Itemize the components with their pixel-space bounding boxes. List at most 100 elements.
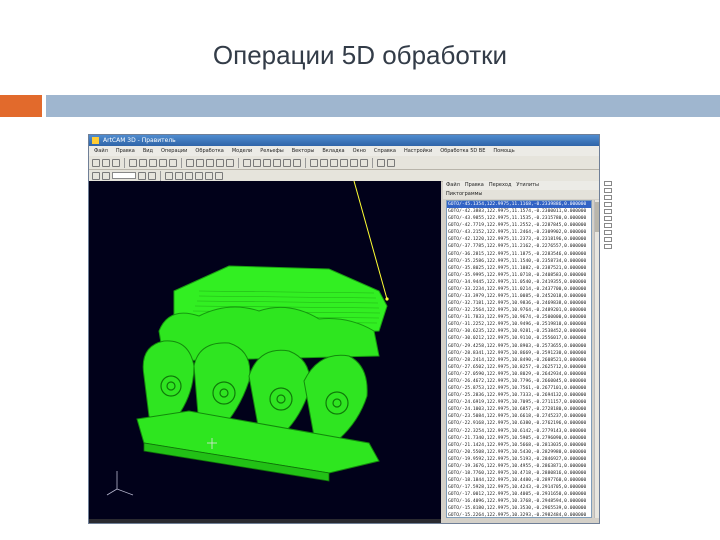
gcode-line[interactable]: GOTO/-17.5928,122.9975,10.4243,-0.291470… — [447, 484, 591, 491]
gcode-line[interactable]: GOTO/-17.0012,122.9975,10.4005,-0.293165… — [447, 491, 591, 498]
view-top-icon[interactable] — [243, 158, 251, 167]
gcode-line[interactable]: GOTO/-30.0212,122.9975,10.9110,-0.255601… — [447, 335, 591, 342]
gcode-line[interactable]: GOTO/-18.7760,122.9975,10.4718,-0.288081… — [447, 470, 591, 477]
step-icon[interactable] — [360, 158, 368, 167]
side-tool-icon[interactable] — [604, 195, 612, 200]
menu-item[interactable]: Правка — [115, 146, 136, 156]
paste-icon[interactable] — [169, 158, 177, 167]
gcode-line[interactable]: GOTO/-18.1844,122.9975,10.4480,-0.289776… — [447, 477, 591, 484]
new-icon[interactable] — [92, 158, 100, 167]
gcode-line[interactable]: GOTO/-26.4672,122.9975,10.7796,-0.266004… — [447, 378, 591, 385]
view-front-icon[interactable] — [253, 158, 261, 167]
redo-icon[interactable] — [139, 158, 147, 167]
gcode-line[interactable]: GOTO/-35.9995,122.9975,11.0718,-0.240858… — [447, 272, 591, 279]
menu-item[interactable]: Справка — [373, 146, 397, 156]
menu-item[interactable]: Векторы — [291, 146, 316, 156]
gcode-menu-item[interactable]: Утилиты — [516, 181, 539, 190]
gcode-line[interactable]: GOTO/-42.7719,122.9975,11.2552,-0.228784… — [447, 222, 591, 229]
gcode-line[interactable]: GOTO/-33.3979,122.9975,11.0085,-0.245201… — [447, 293, 591, 300]
3d-viewport[interactable] — [89, 181, 441, 519]
help-icon[interactable] — [387, 158, 395, 167]
gcode-line[interactable]: GOTO/-22.3254,122.9975,10.6142,-0.277914… — [447, 428, 591, 435]
side-tool-icon[interactable] — [604, 230, 612, 235]
gcode-listing[interactable]: GOTO/-45.1354,122.9975,11.1168,-0.233988… — [446, 200, 592, 518]
gcode-line[interactable]: GOTO/-43.2152,122.9975,11.2464,-0.230990… — [447, 229, 591, 236]
tool-icon[interactable] — [138, 171, 146, 180]
gcode-line[interactable]: GOTO/-42.1220,122.9975,11.2373,-0.231819… — [447, 236, 591, 243]
side-tool-icon[interactable] — [604, 237, 612, 242]
gcode-line[interactable]: GOTO/-29.4258,122.9975,10.8903,-0.257365… — [447, 343, 591, 350]
gcode-line[interactable]: GOTO/-32.2564,122.9975,10.9764,-0.248920… — [447, 307, 591, 314]
gcode-line[interactable]: GOTO/-21.7340,122.9975,10.5905,-0.279609… — [447, 435, 591, 442]
camera-icon[interactable] — [215, 171, 223, 180]
color-icon[interactable] — [102, 171, 110, 180]
settings-icon[interactable] — [377, 158, 385, 167]
menu-item[interactable]: Обработка — [194, 146, 224, 156]
side-tool-icon[interactable] — [604, 209, 612, 214]
menu-item[interactable]: Модели — [231, 146, 253, 156]
gcode-scrollbar[interactable] — [594, 200, 599, 518]
copy-icon[interactable] — [159, 158, 167, 167]
zoom-out-icon[interactable] — [196, 158, 204, 167]
menu-item[interactable]: Рельефы — [259, 146, 285, 156]
side-tool-icon[interactable] — [604, 244, 612, 249]
layer-icon[interactable] — [92, 171, 100, 180]
gcode-line[interactable]: GOTO/-42.3883,122.9975,11.1574,-0.230001… — [447, 208, 591, 215]
side-tool-icon[interactable] — [604, 216, 612, 221]
view-iso-icon[interactable] — [273, 158, 281, 167]
gcode-line[interactable]: GOTO/-45.1354,122.9975,11.1168,-0.233988… — [447, 201, 591, 209]
stop-icon[interactable] — [350, 158, 358, 167]
save-icon[interactable] — [112, 158, 120, 167]
grid-icon[interactable] — [175, 171, 183, 180]
side-tool-icon[interactable] — [604, 188, 612, 193]
gcode-line[interactable]: GOTO/-35.8025,122.9975,11.1082,-0.238752… — [447, 265, 591, 272]
gcode-line[interactable]: GOTO/-34.9445,122.9975,11.0540,-0.241935… — [447, 279, 591, 286]
rotate-icon[interactable] — [216, 158, 224, 167]
menu-item[interactable]: Файл — [93, 146, 109, 156]
gcode-line[interactable]: GOTO/-20.5508,122.9975,10.5430,-0.282998… — [447, 449, 591, 456]
shade-icon[interactable] — [283, 158, 291, 167]
gcode-line[interactable]: GOTO/-22.9168,122.9975,10.6380,-0.276219… — [447, 420, 591, 427]
gcode-line[interactable]: GOTO/-24.1003,122.9975,10.6857,-0.272818… — [447, 406, 591, 413]
gcode-line[interactable]: GOTO/-35.2586,122.9975,11.1540,-0.235873… — [447, 258, 591, 265]
pan-icon[interactable] — [226, 158, 234, 167]
gcode-line[interactable]: GOTO/-25.2836,122.9975,10.7333,-0.269413… — [447, 392, 591, 399]
gcode-line[interactable]: GOTO/-36.2815,122.9975,11.1875,-0.228354… — [447, 251, 591, 258]
play-icon[interactable] — [330, 158, 338, 167]
gcode-menu-item[interactable]: Файл — [446, 181, 460, 190]
material-icon[interactable] — [165, 171, 173, 180]
gcode-line[interactable]: GOTO/-19.3676,122.9975,10.4955,-0.286387… — [447, 463, 591, 470]
open-icon[interactable] — [102, 158, 110, 167]
zoom-fit-icon[interactable] — [206, 158, 214, 167]
gcode-line[interactable]: GOTO/-27.6502,122.9975,10.8257,-0.262571… — [447, 364, 591, 371]
menu-item[interactable]: Вкладка — [321, 146, 345, 156]
zoom-in-icon[interactable] — [186, 158, 194, 167]
undo-icon[interactable] — [129, 158, 137, 167]
wireframe-icon[interactable] — [293, 158, 301, 167]
view-side-icon[interactable] — [263, 158, 271, 167]
simulate-icon[interactable] — [320, 158, 328, 167]
toolpath-icon[interactable] — [310, 158, 318, 167]
measure-icon[interactable] — [185, 171, 193, 180]
menu-item[interactable]: Окно — [352, 146, 367, 156]
gcode-line[interactable]: GOTO/-37.7785,122.9975,11.2162,-0.227655… — [447, 243, 591, 250]
pause-icon[interactable] — [340, 158, 348, 167]
light-icon[interactable] — [205, 171, 213, 180]
gcode-line[interactable]: GOTO/-25.8753,122.9975,10.7561,-0.267710… — [447, 385, 591, 392]
section-icon[interactable] — [195, 171, 203, 180]
menu-item[interactable]: Помощь — [492, 146, 515, 156]
gcode-line[interactable]: GOTO/-30.6235,122.9975,10.9281,-0.253845… — [447, 328, 591, 335]
gcode-line[interactable]: GOTO/-31.7833,122.9975,10.9674,-0.250000… — [447, 314, 591, 321]
gcode-menu-item[interactable]: Переход — [489, 181, 512, 190]
menu-item[interactable]: Операции — [160, 146, 188, 156]
gcode-line[interactable]: GOTO/-21.1424,122.9975,10.5668,-0.281303… — [447, 442, 591, 449]
gcode-line[interactable]: GOTO/-19.9592,122.9975,10.5193,-0.284692… — [447, 456, 591, 463]
axis-icon[interactable] — [148, 171, 156, 180]
gcode-line[interactable]: GOTO/-23.5084,122.9975,10.6618,-0.274523… — [447, 413, 591, 420]
menu-item[interactable]: Обработка 5D ВЕ — [439, 146, 486, 156]
gcode-menu-item[interactable]: Правка — [465, 181, 484, 190]
gcode-line[interactable]: GOTO/-27.0590,122.9975,10.8029,-0.264293… — [447, 371, 591, 378]
gcode-line[interactable]: GOTO/-15.8180,122.9975,10.3530,-0.296553… — [447, 505, 591, 512]
tool-select[interactable] — [112, 172, 136, 179]
gcode-line[interactable]: GOTO/-32.7181,122.9975,10.9836,-0.246983… — [447, 300, 591, 307]
